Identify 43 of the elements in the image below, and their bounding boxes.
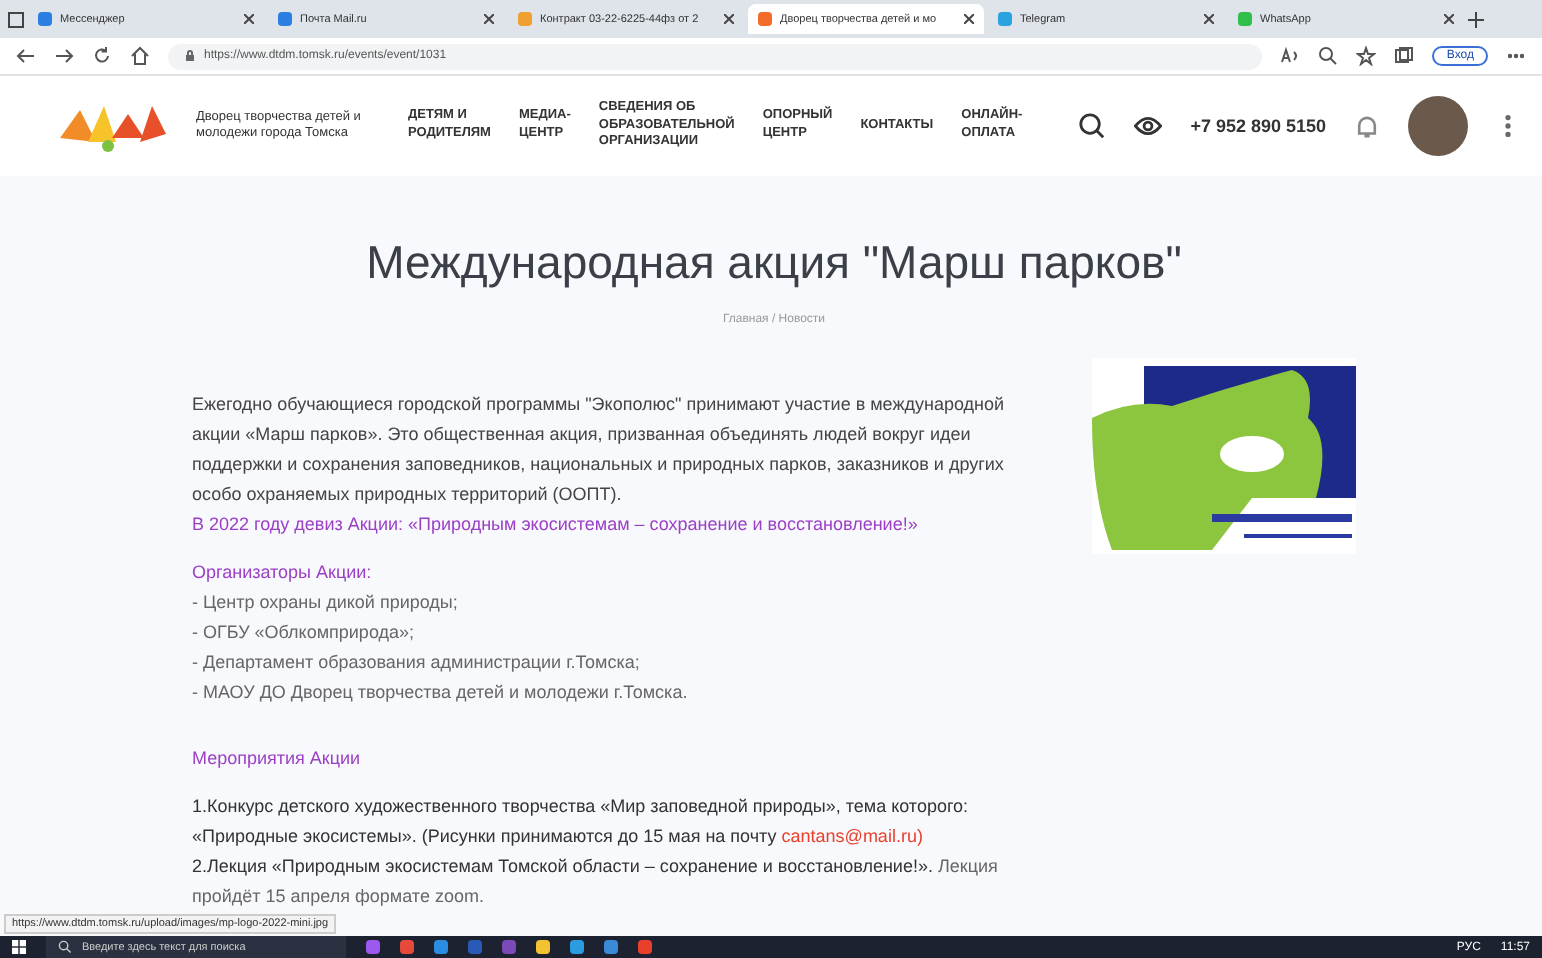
search-icon: [58, 940, 72, 954]
windows-start-icon[interactable]: [12, 940, 26, 954]
motto-text: В 2022 году девиз Акции: «Природным экосистемам – сохранение и восстановление!»: [192, 512, 920, 538]
section-heading: Организаторы Акции:: [192, 560, 374, 586]
taskbar-app-icon[interactable]: [400, 940, 414, 954]
taskbar-app-icon[interactable]: [604, 940, 618, 954]
collections-icon[interactable]: [1394, 46, 1415, 66]
home-icon[interactable]: [130, 46, 150, 66]
taskbar-app-icon[interactable]: [434, 940, 448, 954]
tab-actions-icon[interactable]: [8, 11, 24, 27]
forward-icon[interactable]: [54, 46, 74, 66]
organizer-item: - МАОУ ДО Дворец творчества детей и молодежи г.Томска.: [192, 680, 690, 706]
taskbar-app-icon[interactable]: [536, 940, 550, 954]
close-icon[interactable]: [1444, 14, 1454, 24]
new-tab-icon[interactable]: [1468, 11, 1484, 27]
event-paragraph: 1.Конкурс детского художественного творчества «Мир заповедной природы», тема которого: «Природные экосистемы». (Рисунки принимаются до 15 мая на почту cantans@mail.ru): [192, 794, 971, 850]
reload-icon[interactable]: [92, 46, 112, 66]
taskbar-app-icon[interactable]: [366, 940, 380, 954]
taskbar-app-icon[interactable]: [638, 940, 652, 954]
back-icon[interactable]: [16, 46, 36, 66]
close-icon[interactable]: [244, 14, 254, 24]
lock-icon: [184, 50, 196, 62]
close-icon[interactable]: [724, 14, 734, 24]
taskbar-app-icon[interactable]: [570, 940, 584, 954]
phone-number[interactable]: +7 952 890 5150: [1190, 116, 1327, 136]
favorite-icon[interactable]: [1356, 46, 1377, 66]
page-title: Международная акция "Марш парков": [366, 236, 1182, 290]
intro-paragraph: Ежегодно обучающиеся городской программы "Экополюс" принимают участие в международной акции «Марш парков». Это общественная акция, призванная объединять людей вокруг идеи поддержки и сохранения заповедников, национальных и природных парков, заказников и других особо охраняемых природных территорий (ООПТ).: [192, 392, 1007, 508]
read-aloud-icon[interactable]: [1280, 46, 1301, 66]
event-paragraph: 2.Лекция «Природным экосистемам Томской области – сохранение и восстановление!». Лекция пройдёт 15 апреля формате zoom.: [192, 854, 1000, 910]
organizer-item: - ОГБУ «Облкомприрода»;: [192, 620, 417, 646]
eye-icon[interactable]: [1134, 112, 1163, 140]
section-heading: Мероприятия Акции: [192, 746, 363, 772]
organizer-item: - Центр охраны дикой природы;: [192, 590, 460, 616]
close-icon[interactable]: [964, 14, 974, 24]
search-icon[interactable]: [1078, 112, 1107, 140]
email-link[interactable]: cantans@mail.ru): [781, 826, 923, 846]
zoom-icon[interactable]: [1318, 46, 1339, 66]
close-icon[interactable]: [484, 14, 494, 24]
avatar[interactable]: [1408, 96, 1469, 156]
close-icon[interactable]: [1204, 14, 1214, 24]
bell-icon[interactable]: [1354, 113, 1381, 139]
organizer-item: - Департамент образования администрации г.Томска;: [192, 650, 642, 676]
